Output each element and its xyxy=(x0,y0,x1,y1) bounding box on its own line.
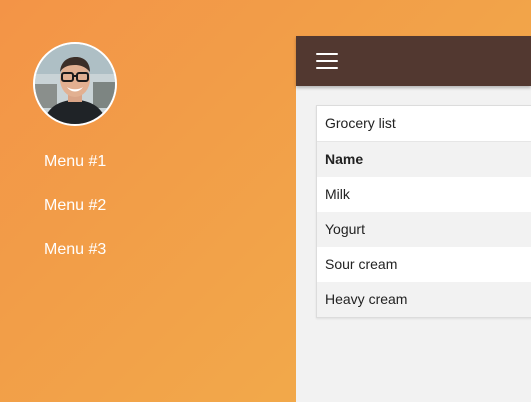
table-row[interactable]: Milk xyxy=(317,177,531,212)
table-column-header: Name xyxy=(317,142,531,177)
sidebar-item-menu-1[interactable]: Menu #1 xyxy=(44,151,106,173)
table-row[interactable]: Yogurt xyxy=(317,212,531,247)
sidebar-menu: Menu #1 Menu #2 Menu #3 xyxy=(44,151,106,283)
card-title: Grocery list xyxy=(317,106,531,142)
avatar-photo xyxy=(35,44,115,124)
sidebar: Menu #1 Menu #2 Menu #3 xyxy=(0,0,296,402)
table-row[interactable]: Sour cream xyxy=(317,247,531,282)
hamburger-menu-icon[interactable] xyxy=(316,51,338,71)
grocery-list-card: Grocery list Name Milk Yogurt Sour cream… xyxy=(316,105,531,318)
top-app-bar xyxy=(296,36,531,86)
avatar[interactable] xyxy=(33,42,117,126)
main-content: Grocery list Name Milk Yogurt Sour cream… xyxy=(296,36,531,402)
sidebar-item-menu-2[interactable]: Menu #2 xyxy=(44,195,106,217)
sidebar-item-menu-3[interactable]: Menu #3 xyxy=(44,239,106,261)
table-row[interactable]: Heavy cream xyxy=(317,282,531,317)
